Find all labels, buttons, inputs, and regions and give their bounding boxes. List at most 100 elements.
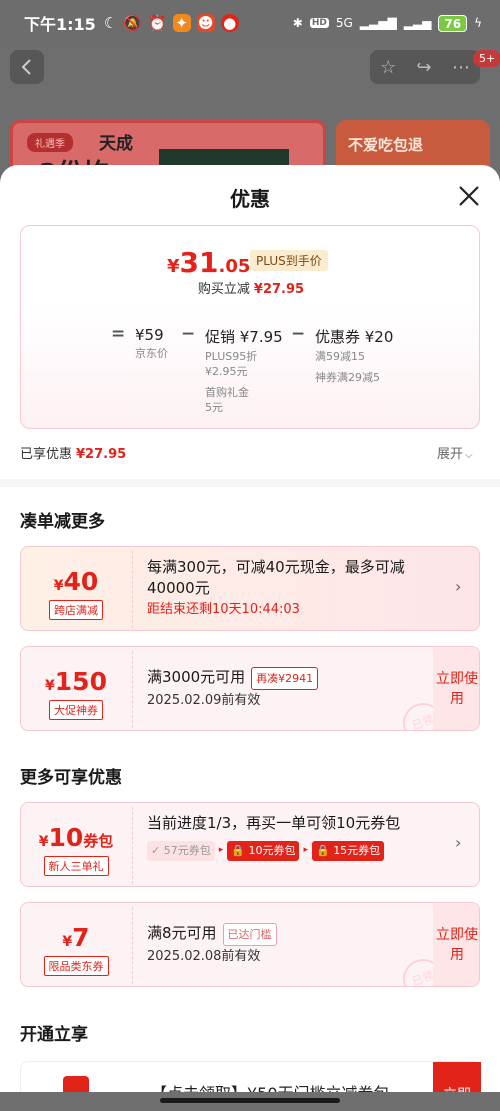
add-more-chip: 再凑¥2941 — [251, 667, 319, 690]
coupon-divider — [132, 551, 133, 628]
base-price-label: 京东价 — [135, 347, 168, 360]
use-now-button[interactable]: 立即使用 — [433, 903, 479, 986]
base-price-block: ¥59 京东价 — [135, 326, 168, 361]
coupon-tag-label: 跨店满减 — [49, 600, 103, 620]
use-now-button[interactable]: 立即使用 — [433, 647, 479, 730]
promo-plus95: PLUS95折 — [205, 350, 258, 363]
close-icon[interactable] — [456, 183, 482, 209]
more-icon[interactable]: ⋯ — [452, 57, 470, 78]
coupon-currency: ¥ — [62, 934, 73, 950]
share-icon[interactable]: ↪ — [417, 57, 432, 78]
category-coupon: ¥7 限品类东券 满8元可用 已达门槛 2025.02.08前有效 已领 立即使用 — [20, 902, 480, 987]
app-icon-3: ● — [220, 14, 239, 32]
bg-card-tag: 礼遇季 — [27, 133, 73, 152]
status-right: ✱ HD 5G ▂▃▅▇ ▂▃▅ 76 ϟ — [292, 14, 482, 32]
progress-steps: ✓ 57元券包 ▸ 🔒 10元券包 ▸ 🔒 15元券包 — [147, 840, 447, 861]
threshold-reached-chip: 已达门槛 — [222, 923, 277, 946]
coupon-tag: 新人三单礼 — [21, 855, 131, 876]
enjoyed-discount: 已享优惠 ¥27.95 — [20, 443, 126, 462]
chevron-down-icon: ⌵ — [465, 450, 473, 461]
step-1: ✓ 57元券包 — [147, 840, 215, 861]
coupon-currency: ¥ — [53, 578, 64, 594]
cross-store-coupon[interactable]: ¥40 跨店满减 每满300元，可减40元现金，最多可减40000元 距结束还剩… — [20, 546, 480, 631]
sheet-title: 优惠 — [230, 187, 270, 211]
coupon-desc-text: 每满300元，可减40元现金，最多可减40000元 — [147, 558, 405, 597]
coupon-amount: ¥150 — [21, 667, 131, 696]
charging-icon: ϟ — [474, 16, 482, 30]
coupon-desc: 满8元可用 已达门槛 2025.02.08前有效 — [147, 923, 437, 967]
buy-discount-line: 购买立减 ¥27.95 — [21, 278, 481, 297]
star-icon[interactable]: ☆ — [380, 57, 396, 78]
coupon-unit: 券包 — [83, 832, 114, 850]
coupon-desc: 满3000元可用 再凑¥2941 2025.02.09前有效 — [147, 667, 437, 711]
step-3-label: 15元券包 — [333, 843, 381, 857]
bg-card2-text: 不爱吃包退 — [348, 136, 424, 154]
promo-plus95-amount: ¥2.95元 — [205, 365, 248, 378]
newcomer-coupon[interactable]: ¥10券包 新人三单礼 当前进度1/3，再买一单可领10元券包 ✓ 57元券包 … — [20, 802, 480, 887]
coupon-desc: 每满300元，可减40元现金，最多可减40000元 距结束还剩10天10:44:… — [147, 557, 437, 620]
step-2-label: 10元券包 — [248, 843, 296, 857]
back-arrow-icon — [21, 59, 31, 75]
alarm-icon: ⏰ — [147, 14, 167, 32]
coupon-countdown: 距结束还剩10天10:44:03 — [147, 602, 300, 617]
section-title-more-offers: 更多可享优惠 — [20, 768, 122, 788]
price-integer: 31 — [179, 246, 219, 279]
coupon-tag: 跨店满减 — [21, 599, 131, 620]
network-label: 5G — [335, 16, 353, 30]
buy-discount-label: 购买立减 — [197, 282, 250, 297]
price-summary: ¥31.05 PLUS到手价 购买立减 ¥27.95 = ¥59 京东价 − 促销… — [20, 225, 480, 429]
coupon-tag-label: 限品类东券 — [43, 956, 109, 976]
bg-card-text: 天成 — [99, 134, 133, 154]
coupon-block: 优惠券 ¥20 满59减15 神券满29减5 — [315, 326, 393, 385]
status-time: 下午1:15 — [24, 15, 96, 34]
enjoyed-label: 已享优惠 — [20, 447, 73, 462]
coupon-amount: ¥7 — [21, 923, 131, 952]
home-indicator[interactable] — [160, 1098, 340, 1103]
coupon-value: 7 — [72, 923, 90, 952]
notify-badge: 5+ — [473, 50, 500, 67]
coupon-value: 40 — [63, 567, 99, 596]
minus-sign-1: − — [181, 324, 196, 344]
big-promo-coupon: ¥150 大促神券 满3000元可用 再凑¥2941 2025.02.09前有效 … — [20, 646, 480, 731]
coupon-divider — [132, 651, 133, 728]
coupon-desc: 当前进度1/3，再买一单可领10元券包 ✓ 57元券包 ▸ 🔒 10元券包 ▸ … — [147, 813, 447, 861]
coupon-tag: 限品类东券 — [21, 955, 131, 976]
chevron-right-icon: › — [455, 833, 462, 852]
moon-icon: ☾ — [103, 14, 118, 32]
top-actions: ☆ ↪ ⋯ — [370, 50, 480, 84]
chevron-right-icon: › — [455, 577, 462, 596]
promo-first-buy: 首购礼金 — [205, 386, 249, 399]
bluetooth-icon: ✱ — [292, 16, 303, 30]
expand-label: 展开 — [437, 447, 464, 462]
coupon-desc-text: 当前进度1/3，再买一单可领10元券包 — [147, 814, 401, 832]
step-2: 🔒 10元券包 — [227, 840, 300, 861]
coupon-desc-text: 满3000元可用 — [147, 668, 246, 686]
currency-symbol: ¥ — [167, 256, 180, 277]
wifi-icon: ▂▃▅ — [403, 16, 432, 30]
back-button[interactable] — [10, 50, 44, 84]
coupon-currency: ¥ — [45, 678, 55, 694]
battery-icon: 76 — [438, 14, 468, 32]
coupon-desc-text: 满8元可用 — [147, 924, 217, 942]
coupon-divider — [132, 907, 133, 984]
discount-sheet: 优惠 ¥31.05 PLUS到手价 购买立减 ¥27.95 = ¥59 京东价 −… — [0, 165, 500, 1111]
section-title-more-discount: 凑单减更多 — [20, 512, 105, 532]
equals-sign: = — [111, 324, 126, 344]
hd-icon: HD — [309, 18, 329, 28]
coupon-value: 150 — [54, 667, 107, 696]
coupon-expiry: 2025.02.09前有效 — [147, 693, 261, 708]
coupon-divider — [132, 807, 133, 884]
signal-icon: ▂▃▅▇ — [359, 16, 397, 30]
app-icon-1: ✦ — [172, 14, 191, 32]
status-bar: 下午1:15 ☾ 🔕 ⏰ ✦ ☻ ● ✱ HD 5G ▂▃▅▇ ▂▃▅ 76 ϟ — [0, 0, 500, 46]
coupon-value: 10 — [48, 823, 84, 852]
coupon-total: 优惠券 ¥20 — [315, 328, 394, 346]
section-divider — [0, 479, 500, 487]
coupon-amount: ¥40 — [21, 567, 131, 596]
bell-off-icon: 🔕 — [123, 14, 142, 32]
final-price: ¥31.05 — [167, 246, 250, 279]
plus-price-tag: PLUS到手价 — [250, 250, 328, 271]
expand-button[interactable]: 展开 ⌵ — [437, 443, 473, 462]
app-icon-2: ☻ — [196, 14, 215, 32]
coupon-tag: 大促神券 — [21, 699, 131, 720]
